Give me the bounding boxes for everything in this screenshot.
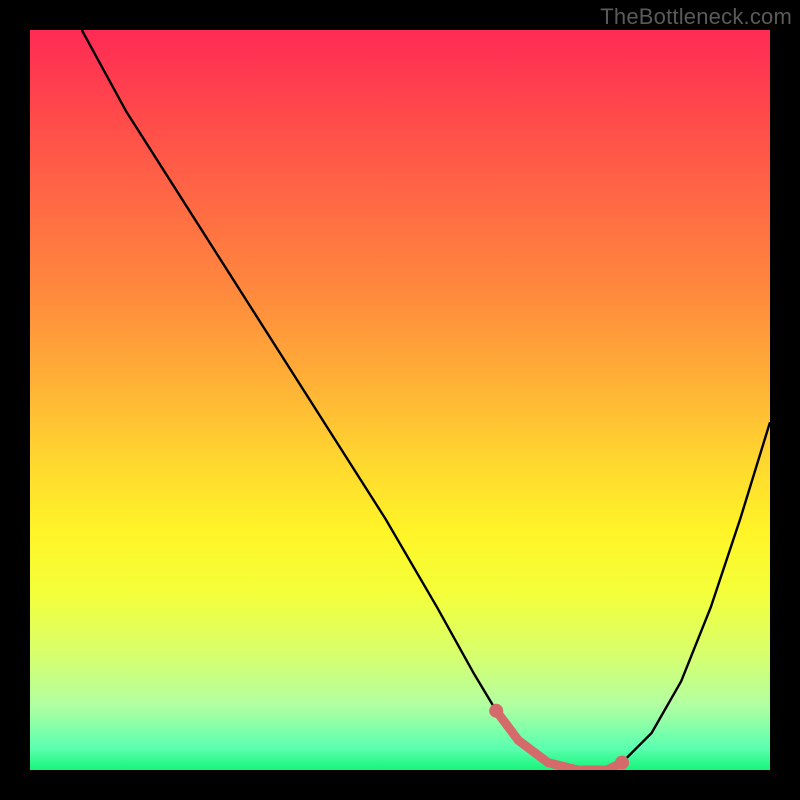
plot-area — [30, 30, 770, 770]
watermark-text: TheBottleneck.com — [600, 4, 792, 30]
bottleneck-curve — [82, 30, 770, 770]
chart-canvas: TheBottleneck.com — [0, 0, 800, 800]
curve-layer — [30, 30, 770, 770]
highlight-endpoint-right — [615, 756, 629, 770]
highlight-band — [496, 711, 622, 770]
highlight-endpoint-left — [489, 704, 503, 718]
